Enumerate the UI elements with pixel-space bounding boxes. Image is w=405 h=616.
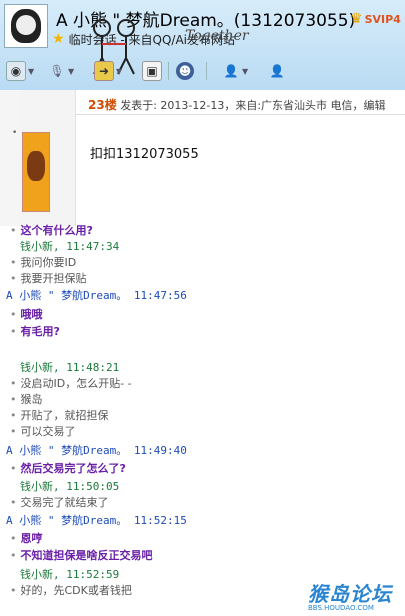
message-sender-line: 钱小新, 11:52:59: [20, 568, 119, 582]
bullet-icon: •: [10, 325, 17, 338]
message-line: • 有毛用?: [10, 325, 60, 339]
remote-assist-button[interactable]: 👤 ▼: [222, 60, 249, 82]
message-sender-line: 钱小新, 11:48:21: [20, 361, 119, 375]
add-friend-button[interactable]: 👤: [268, 60, 286, 82]
signature-text: Together: [185, 28, 249, 44]
message-text: 不知道担保是啥反正交易吧: [20, 549, 153, 562]
send-file-icon: ➜: [94, 61, 114, 81]
bullet-icon: •: [10, 256, 17, 269]
message-text: 好的，先CDK或者钱把: [20, 584, 132, 597]
bullet-icon: •: [10, 308, 17, 321]
sender-timestamp: 钱小新, 11:52:59: [20, 568, 120, 581]
message-line: • 不知道担保是啥反正交易吧: [10, 549, 153, 563]
message-sender-line: A 小熊 " 梦航Dream。 11:49:40: [6, 444, 187, 458]
message-text: 开贴了，就招担保: [20, 409, 109, 422]
message-text: 可以交易了: [20, 425, 76, 438]
chevron-down-icon[interactable]: ▼: [28, 67, 34, 76]
message-text: 恩哼: [20, 532, 43, 545]
avatar-mask: [16, 15, 36, 35]
message-line: • 没启动ID，怎么开贴- -: [10, 377, 132, 391]
message-text: 哦哦: [20, 308, 43, 321]
sender-timestamp: 钱小新, 11:48:21: [20, 361, 120, 374]
message-line: • 交易完了就结束了: [10, 496, 109, 510]
police-icon: ☻: [176, 62, 194, 80]
chat-window-header: A 小熊 " 梦航Dream。(1312073055) ♛ SVIP4 ★ 临时…: [0, 0, 405, 91]
bullet-icon: •: [10, 377, 17, 390]
message-line: • 开贴了，就招担保: [10, 409, 109, 423]
send-file-button[interactable]: ➜ ▼: [94, 60, 122, 82]
monkey-icon: [27, 151, 45, 181]
message-line: • 恩哼: [10, 532, 43, 546]
app-box-button[interactable]: ▣: [142, 60, 162, 82]
left-gutter: [0, 90, 20, 226]
police-button[interactable]: ☻: [176, 60, 194, 82]
bullet-icon: •: [10, 224, 17, 237]
toolbar-divider: [168, 62, 169, 80]
message-line: • 猴岛: [10, 393, 43, 407]
bullet-icon: •: [10, 549, 17, 562]
message-line: • 好的，先CDK或者钱把: [10, 584, 132, 598]
bullet-icon: •: [10, 393, 17, 406]
chevron-down-icon[interactable]: ▼: [242, 67, 248, 76]
message-sender-line: A 小熊 " 梦航Dream。 11:52:15: [6, 514, 187, 528]
voice-call-button[interactable]: 🎙 ▼: [48, 60, 74, 82]
bullet-icon: •: [12, 128, 18, 138]
bullet-icon: •: [10, 272, 17, 285]
message-sender-line: 钱小新, 11:50:05: [20, 480, 119, 494]
bullet-icon: •: [10, 462, 17, 475]
poster-avatar: [22, 132, 50, 212]
message-line: • 哦哦: [10, 308, 43, 322]
post-meta-text: 发表于: 2013-12-13，来自:广东省汕头市 电信，编辑: [120, 99, 386, 112]
remote-assist-icon: 👤: [223, 64, 239, 78]
message-text: 这个有什么用?: [20, 224, 93, 237]
message-line: • 我要开担保贴: [10, 272, 87, 286]
chevron-down-icon[interactable]: ▼: [68, 67, 74, 76]
star-icon: ★: [52, 31, 65, 47]
message-sender-line: 钱小新, 11:47:34: [20, 240, 119, 254]
sender-timestamp: A 小熊 " 梦航Dream。 11:47:56: [6, 289, 187, 302]
post-body: 扣扣1312073055: [90, 147, 199, 162]
message-text: 有毛用?: [20, 325, 60, 338]
bullet-icon: •: [10, 496, 17, 509]
sender-timestamp: A 小熊 " 梦航Dream。 11:52:15: [6, 514, 187, 527]
message-text: 我问你要ID: [20, 256, 77, 269]
post-floor: 23楼: [88, 98, 117, 112]
voice-call-icon: 🎙: [49, 64, 65, 78]
video-call-button[interactable]: ◉ ▼: [6, 60, 34, 82]
bullet-icon: •: [10, 409, 17, 422]
svip-label: SVIP4: [364, 12, 401, 26]
message-line: • 这个有什么用?: [10, 224, 93, 238]
message-text: 猴岛: [20, 393, 43, 406]
contact-avatar[interactable]: [4, 4, 48, 48]
bullet-icon: •: [10, 532, 17, 545]
message-text: 没启动ID，怎么开贴- -: [20, 377, 132, 390]
message-line: • 我问你要ID: [10, 256, 76, 270]
post-divider: [75, 114, 405, 115]
message-text: 交易完了就结束了: [20, 496, 109, 509]
post-meta: 23楼 发表于: 2013-12-13，来自:广东省汕头市 电信，编辑: [88, 96, 386, 113]
crown-icon: ♛: [350, 11, 363, 27]
watermark-title: 猴岛论坛: [308, 582, 392, 606]
bullet-icon: •: [10, 584, 17, 597]
app-box-icon: ▣: [142, 61, 162, 81]
message-text: 然后交易完了怎么了?: [20, 462, 126, 475]
sender-timestamp: 钱小新, 11:47:34: [20, 240, 120, 253]
add-friend-icon: 👤: [269, 64, 285, 78]
message-line: • 然后交易完了怎么了?: [10, 462, 126, 476]
message-line: • 可以交易了: [10, 425, 76, 439]
chevron-down-icon[interactable]: ▼: [116, 67, 122, 76]
message-text: 我要开担保贴: [20, 272, 87, 285]
toolbar-divider: [206, 62, 207, 80]
svip-badge[interactable]: ♛ SVIP4: [350, 10, 401, 28]
bullet-icon: •: [10, 425, 17, 438]
embedded-forum-post: 23楼 发表于: 2013-12-13，来自:广东省汕头市 电信，编辑 扣扣13…: [20, 90, 405, 226]
sender-timestamp: A 小熊 " 梦航Dream。 11:49:40: [6, 444, 187, 457]
video-call-icon: ◉: [6, 61, 26, 81]
sender-timestamp: 钱小新, 11:50:05: [20, 480, 120, 493]
message-sender-line: A 小熊 " 梦航Dream。 11:47:56: [6, 289, 187, 303]
forum-watermark: 猴岛论坛 BBS.HOUDAO.COM: [308, 578, 404, 614]
post-avatar-column: [20, 90, 76, 226]
